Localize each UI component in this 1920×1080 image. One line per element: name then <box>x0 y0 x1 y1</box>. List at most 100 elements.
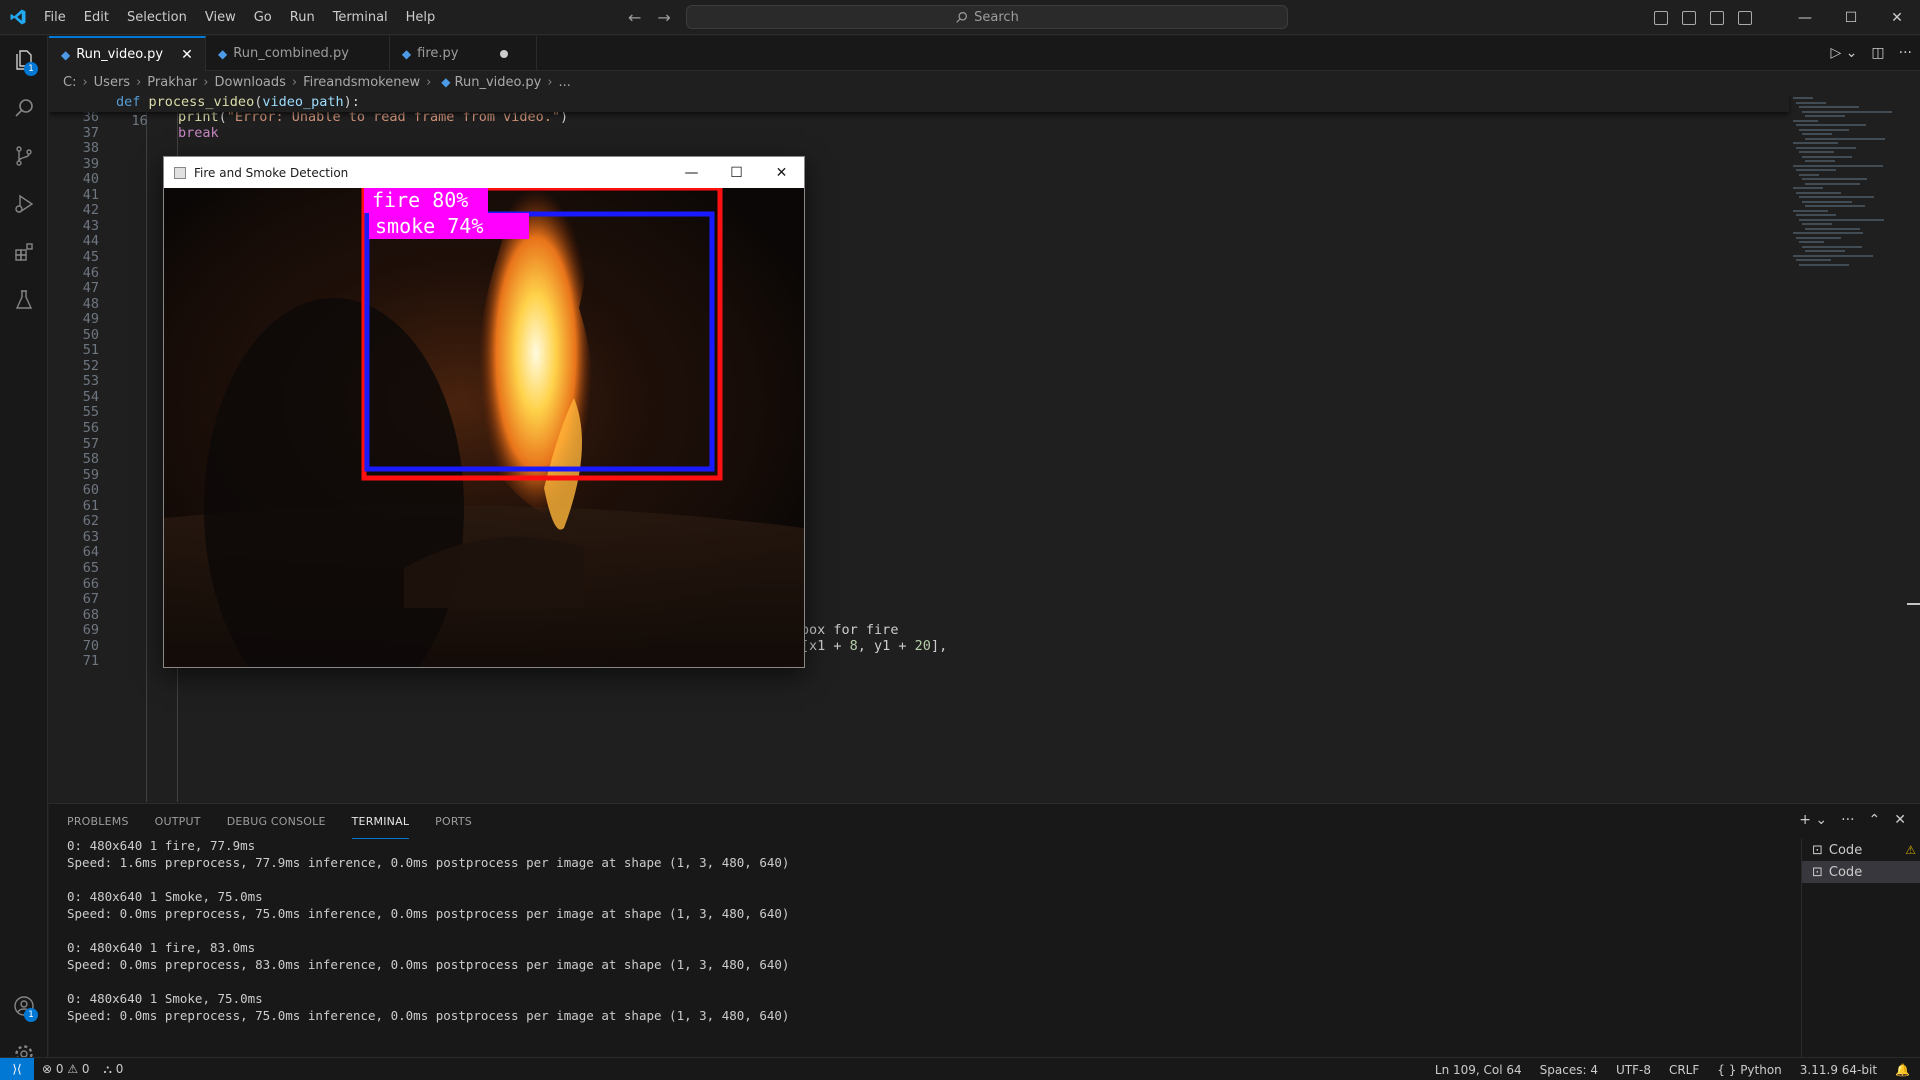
tab-output[interactable]: OUTPUT <box>155 804 201 839</box>
tab-ports[interactable]: PORTS <box>435 804 472 839</box>
minimap-line <box>1796 124 1866 126</box>
opencv-window-title: Fire and Smoke Detection <box>194 165 349 180</box>
search-placeholder: Search <box>974 9 1019 25</box>
menu-file[interactable]: File <box>35 0 75 35</box>
activity-bar: 1 1 <box>0 36 48 1063</box>
breadcrumb-item[interactable]: Run_video.py <box>455 75 542 90</box>
fire-label: fire 80% <box>372 188 468 212</box>
python-file-icon: ◆ <box>441 75 451 89</box>
minimap-line <box>1796 214 1836 216</box>
close-button[interactable]: ✕ <box>1874 0 1920 35</box>
menu-terminal[interactable]: Terminal <box>324 0 397 35</box>
more-actions-icon[interactable]: ··· <box>1841 812 1854 828</box>
opencv-window-titlebar[interactable]: Fire and Smoke Detection — ☐ ✕ <box>164 157 804 188</box>
terminal-line: 0: 480x640 1 Smoke, 75.0ms <box>67 991 263 1006</box>
minimap-line <box>1805 227 1860 230</box>
python-file-icon: ◆ <box>401 46 412 61</box>
source-control-activity[interactable] <box>0 132 48 180</box>
chevron-right-icon: › <box>547 74 553 90</box>
notifications-bell-icon[interactable]: 🔔 <box>1895 1063 1910 1077</box>
nav-arrows: ← → <box>628 8 671 27</box>
menu-go[interactable]: Go <box>245 0 281 35</box>
indentation[interactable]: Spaces: 4 <box>1540 1063 1598 1077</box>
terminal-output[interactable]: 0: 480x640 1 fire, 77.9ms Speed: 1.6ms pr… <box>67 837 789 1024</box>
breadcrumb-item[interactable]: C: <box>63 75 76 90</box>
close-button[interactable]: ✕ <box>759 157 804 188</box>
run-file-icon[interactable]: ▷ ⌄ <box>1830 45 1857 61</box>
minimap-line <box>1802 200 1852 203</box>
tab-run-video[interactable]: ◆ Run_video.py ✕ <box>49 36 207 71</box>
close-panel-icon[interactable]: ✕ <box>1894 812 1906 828</box>
minimap-line <box>1799 241 1824 243</box>
unsaved-dot-icon[interactable] <box>500 49 509 58</box>
maximize-button[interactable]: ☐ <box>714 157 759 188</box>
command-center-search[interactable]: Search <box>686 5 1288 29</box>
minimize-button[interactable]: — <box>1782 0 1828 35</box>
split-editor-icon[interactable]: ◫ <box>1871 45 1884 61</box>
run-debug-activity[interactable] <box>0 180 48 228</box>
toggle-secondary-sidebar-icon[interactable] <box>1710 10 1724 25</box>
new-terminal-icon[interactable]: + ⌄ <box>1799 812 1827 828</box>
minimap-line <box>1802 110 1892 113</box>
menu-run[interactable]: Run <box>281 0 324 35</box>
breadcrumb-item[interactable]: Users <box>94 75 130 90</box>
forward-arrow-icon[interactable]: → <box>657 8 670 27</box>
problems-status[interactable]: ⊗ 0 ⚠ 0 <box>42 1062 90 1076</box>
more-actions-icon[interactable]: ··· <box>1899 45 1912 61</box>
python-interpreter[interactable]: 3.11.9 64-bit <box>1800 1063 1877 1077</box>
scrollbar-marker[interactable] <box>1907 603 1920 605</box>
code-line: 71scale=1.5, thickness=2) <box>49 652 582 671</box>
menu-help[interactable]: Help <box>397 0 445 35</box>
breadcrumb-item[interactable]: Fireandsmokenew <box>303 75 420 90</box>
menu-edit[interactable]: Edit <box>75 0 118 35</box>
tab-terminal[interactable]: TERMINAL <box>351 804 410 839</box>
tab-run-combined[interactable]: ◆ Run_combined.py <box>206 36 390 71</box>
sticky-scroll-header[interactable]: 16 def process_video(video_path): <box>49 93 1789 129</box>
minimize-button[interactable]: — <box>669 157 714 188</box>
title-right-controls: — ☐ ✕ <box>1654 0 1920 35</box>
cursor-position[interactable]: Ln 109, Col 64 <box>1435 1063 1522 1077</box>
minimap-line <box>1793 187 1823 189</box>
testing-activity[interactable] <box>0 276 48 324</box>
maximize-button[interactable]: ☐ <box>1828 0 1874 35</box>
encoding[interactable]: UTF-8 <box>1616 1063 1651 1077</box>
toggle-panel-icon[interactable] <box>1682 10 1696 25</box>
minimap-line <box>1805 182 1860 185</box>
minimap-line <box>1802 133 1832 135</box>
close-tab-icon[interactable]: ✕ <box>179 47 195 63</box>
tab-problems[interactable]: PROBLEMS <box>67 804 129 839</box>
menu-selection[interactable]: Selection <box>118 0 196 35</box>
extensions-activity[interactable] <box>0 228 48 276</box>
end-of-line[interactable]: CRLF <box>1669 1063 1699 1077</box>
tab-fire[interactable]: ◆ fire.py <box>390 36 538 71</box>
title-bar: File Edit Selection View Go Run Terminal Help ←… <box>0 0 1920 35</box>
opencv-window-controls: — ☐ ✕ <box>669 157 804 188</box>
editor-tabs: ◆ Run_video.py ✕ ◆ Run_combined.py ◆ fir… <box>49 36 1920 71</box>
terminal-item[interactable]: ⊡ Code <box>1802 861 1920 883</box>
ports-status[interactable]: ⛬ 0 <box>104 1062 124 1077</box>
breadcrumb-item[interactable]: Downloads <box>215 75 286 90</box>
back-arrow-icon[interactable]: ← <box>628 8 641 27</box>
python-file-icon: ◆ <box>61 47 71 62</box>
tab-debug-console[interactable]: DEBUG CONSOLE <box>227 804 326 839</box>
maximize-panel-icon[interactable]: ⌃ <box>1869 812 1881 828</box>
toggle-sidebar-icon[interactable] <box>1654 10 1668 25</box>
terminal-item[interactable]: ⊡ Code ⚠ <box>1802 839 1920 861</box>
minimap-line <box>1805 205 1865 207</box>
chevron-right-icon: › <box>82 74 88 90</box>
minimap[interactable] <box>1787 93 1907 803</box>
breadcrumb-item[interactable]: Prakhar <box>147 75 197 90</box>
menu-view[interactable]: View <box>196 0 245 35</box>
search-activity[interactable] <box>0 84 48 132</box>
chevron-right-icon: › <box>426 74 432 90</box>
opencv-window[interactable]: Fire and Smoke Detection — ☐ ✕ fire 80% … <box>163 156 805 668</box>
minimap-line <box>1796 146 1856 149</box>
language-mode[interactable]: { } Python <box>1717 1063 1782 1077</box>
customize-layout-icon[interactable] <box>1738 10 1752 25</box>
remote-indicator[interactable]: ⟩⟨ <box>0 1057 34 1080</box>
breadcrumb-item[interactable]: ... <box>559 75 571 90</box>
accounts-activity[interactable]: 1 <box>0 982 48 1030</box>
explorer-activity[interactable]: 1 <box>0 36 48 84</box>
